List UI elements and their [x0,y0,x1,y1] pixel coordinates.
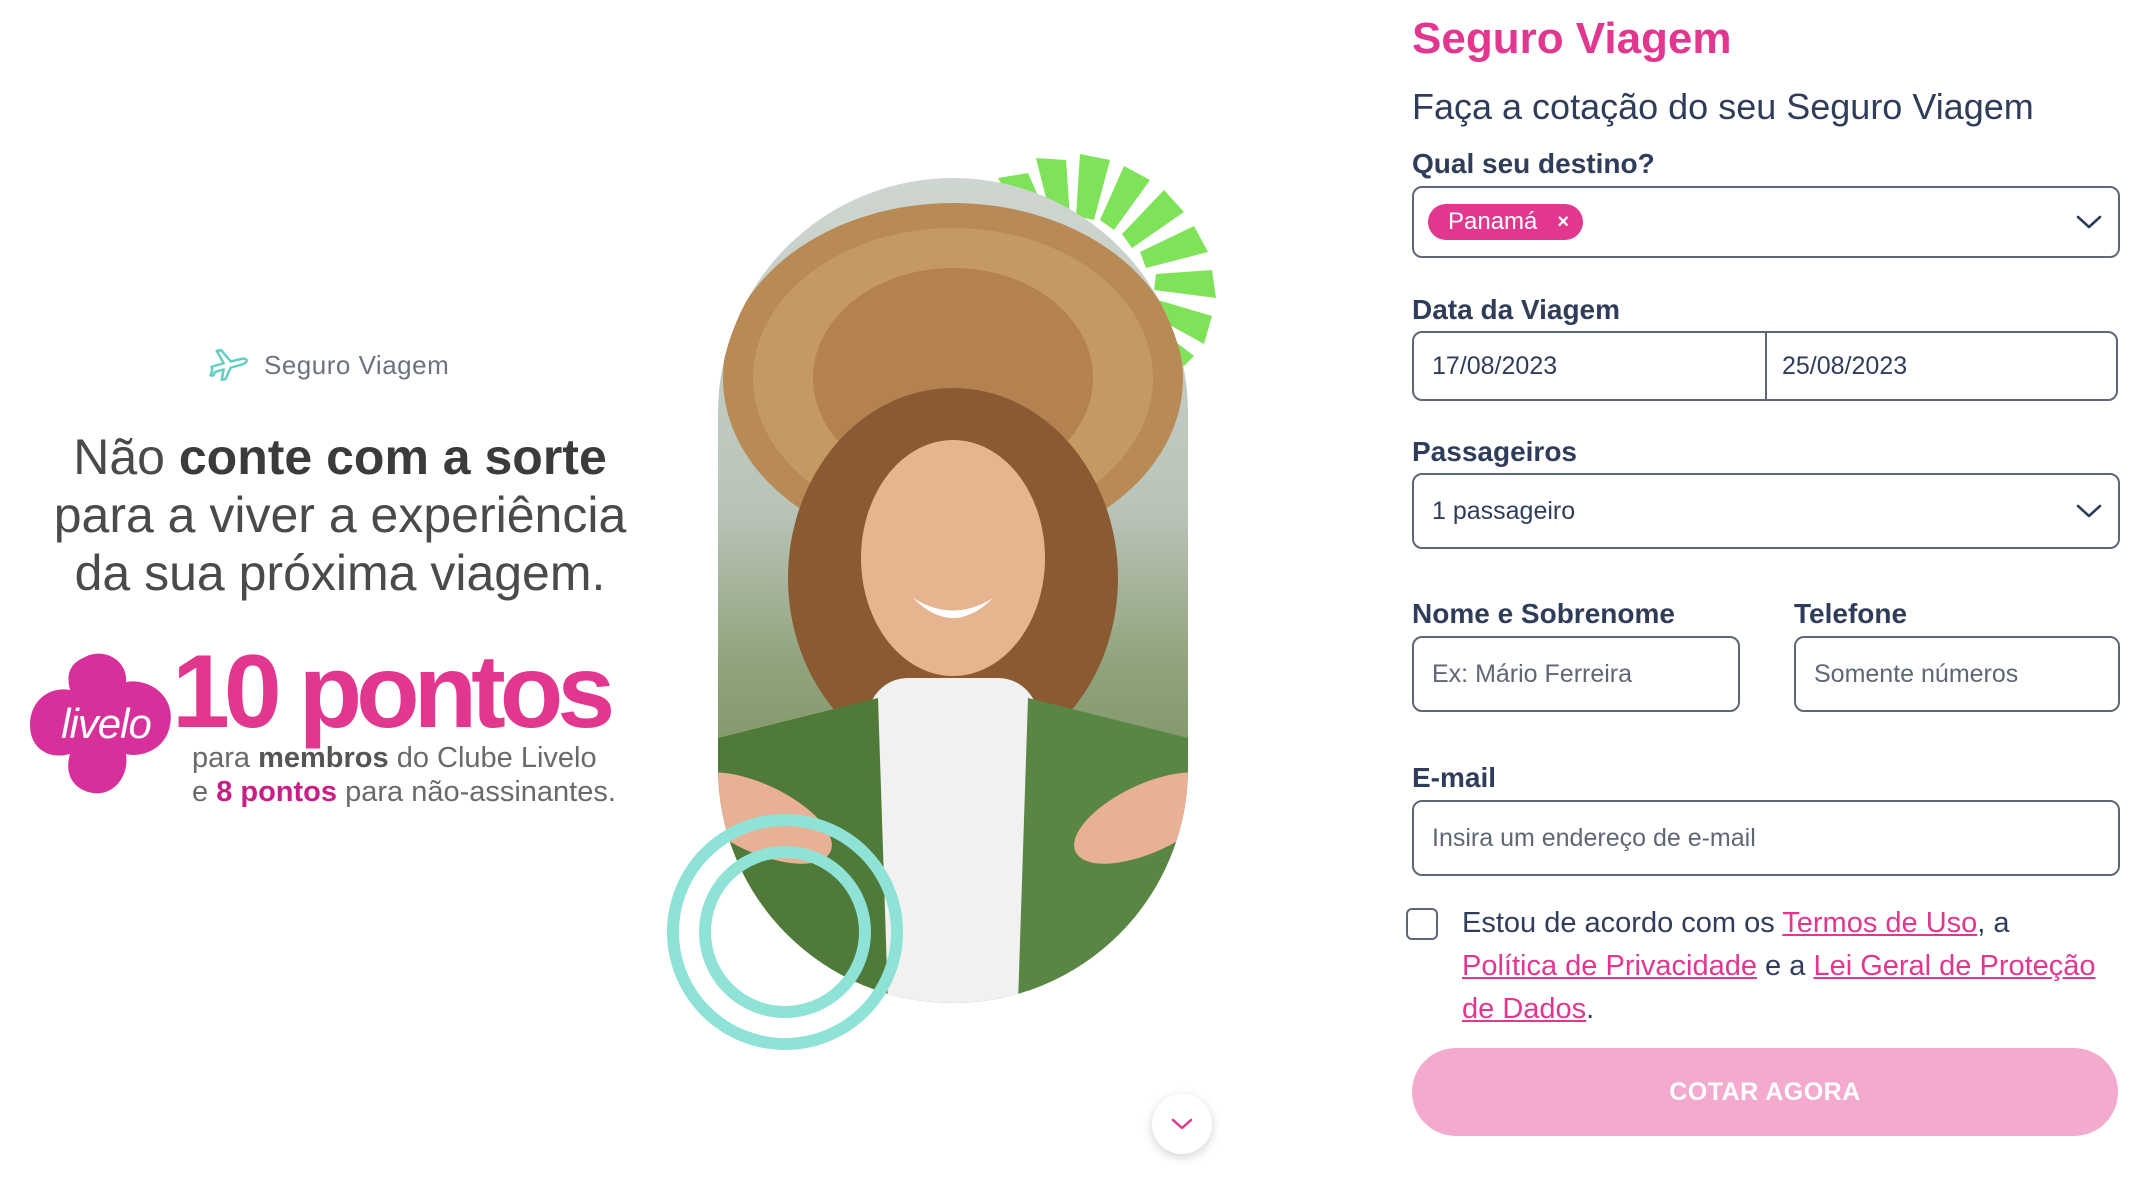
livelo-logo: livelo [28,650,178,800]
passengers-value: 1 passageiro [1432,496,1576,525]
email-placeholder: Insira um endereço de e-mail [1432,823,1756,852]
privacy-policy-link[interactable]: Política de Privacidade [1462,950,1757,982]
date-divider [1765,333,1767,399]
destination-chip-label: Panamá [1448,208,1538,235]
points-members-line: para membros do Clube Livelo [192,742,597,774]
passengers-label: Passageiros [1412,436,1577,467]
terms-of-use-link[interactable]: Termos de Uso [1782,907,1977,939]
phone-label: Telefone [1794,598,1908,629]
quote-form: Seguro Viagem Faça a cotação do seu Segu… [1406,0,2122,1180]
banner-headline: Não conte com a sorte para a viver a exp… [40,428,640,602]
name-label: Nome e Sobrenome [1412,598,1675,629]
form-subtitle: Faça a cotação do seu Seguro Viagem [1412,86,2034,127]
airplane-icon [209,348,248,382]
phone-placeholder: Somente números [1814,659,2019,688]
passengers-select[interactable]: 1 passageiro [1412,473,2120,549]
promo-banner: Seguro Viagem Não conte com a sorte para… [0,0,1380,1180]
destination-label: Qual seu destino? [1412,148,1655,179]
livelo-logo-text: livelo [61,700,152,747]
points-headline: 10 pontos [172,634,615,750]
destination-chip: Panamá × [1428,204,1584,240]
banner-brand: Seguro Viagem [208,344,449,386]
consent-checkbox[interactable] [1406,908,1438,940]
end-date-input[interactable]: 25/08/2023 [1782,352,1907,381]
destination-select[interactable]: Panamá × [1412,186,2120,258]
rings-decoration [667,814,903,1050]
consent-text: Estou de acordo com os Termos de Uso, a … [1462,907,2096,1025]
start-date-input[interactable]: 17/08/2023 [1432,352,1557,381]
email-input[interactable]: Insira um endereço de e-mail [1412,800,2120,876]
chevron-down-icon [2076,504,2102,518]
chevron-down-icon[interactable] [2074,212,2104,232]
chevron-down-icon [1171,1118,1193,1130]
name-placeholder: Ex: Mário Ferreira [1432,659,1633,688]
submit-quote-button[interactable]: COTAR AGORA [1412,1048,2118,1136]
form-title: Seguro Viagem [1412,14,1732,63]
banner-brand-label: Seguro Viagem [264,349,450,380]
phone-input[interactable]: Somente números [1794,636,2120,712]
headline-line-1: Não conte com a sorte [73,429,607,485]
dates-label: Data da Viagem [1412,294,1621,325]
points-non-members-line: e 8 pontos para não-assinantes. [192,776,616,808]
name-input[interactable]: Ex: Mário Ferreira [1412,636,1740,712]
email-label: E-mail [1412,762,1497,793]
headline-line-2: para a viver a experiência [53,487,627,543]
scroll-down-button[interactable] [1152,1094,1212,1154]
date-range-field: 17/08/2023 25/08/2023 [1412,331,2118,401]
headline-line-3: da sua próxima viagem. [74,545,606,601]
close-icon[interactable]: × [1557,211,1569,234]
